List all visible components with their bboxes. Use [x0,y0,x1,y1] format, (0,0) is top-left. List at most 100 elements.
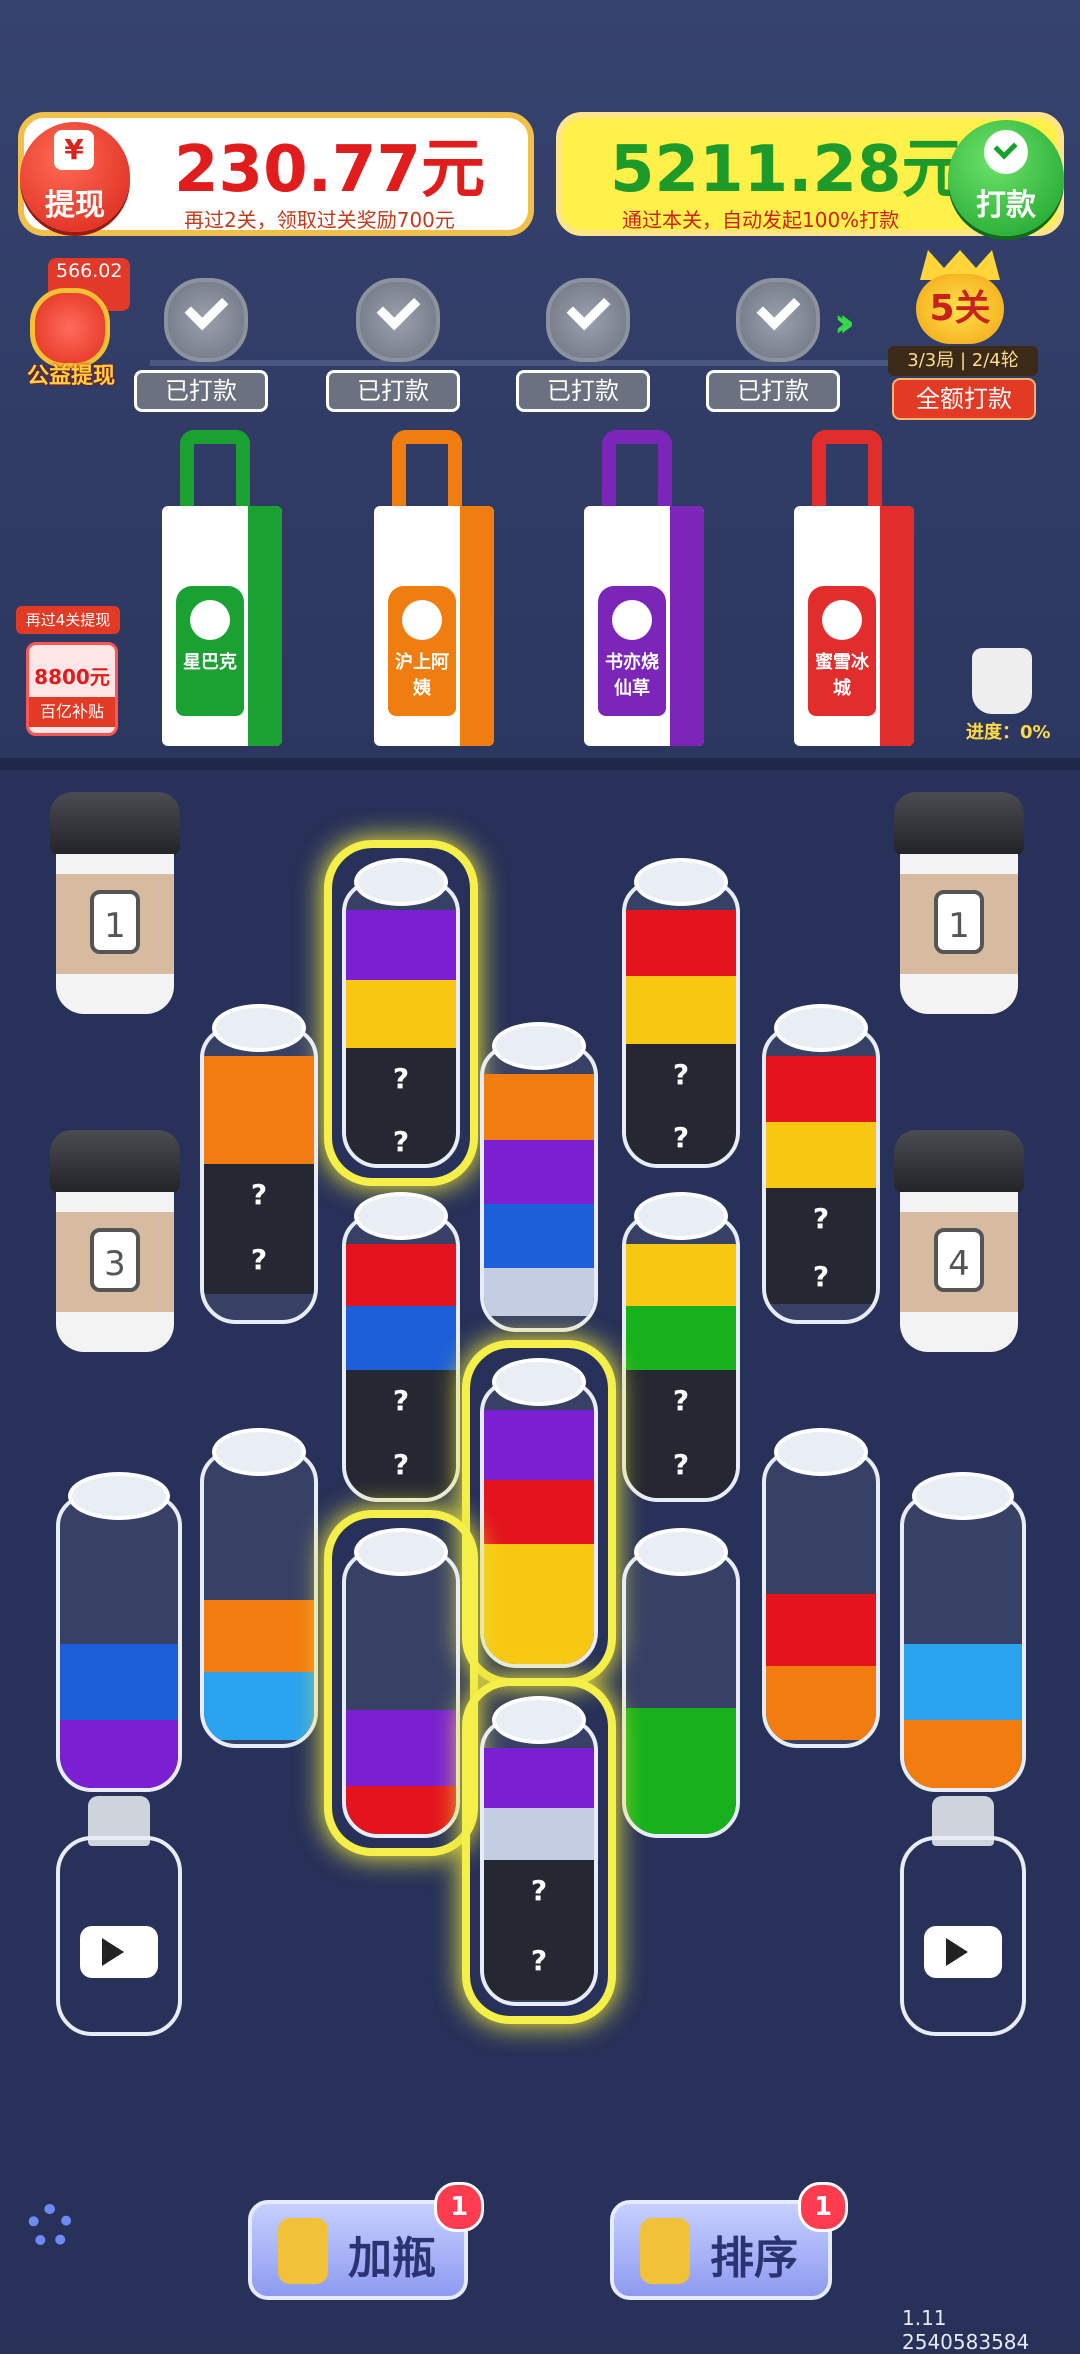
liquid-layer-pale [484,1808,594,1860]
liquid-layer-purple [484,1410,594,1480]
balance-subtext: 再过2关，领取过关奖励700元 [184,208,455,232]
liquid-layer-red [766,1056,876,1122]
hidden-layer: ?? [626,1370,736,1498]
milestone-1: 已打款 [134,278,268,418]
bottle-glass: ?? [480,1718,598,2006]
coffee-cup[interactable]: 4 [894,1130,1024,1352]
hidden-question-mark: ? [812,1260,830,1293]
payout-banner[interactable]: 5211.28元 通过本关，自动发起100%打款 打款 [556,112,1064,236]
starbucks-logo-icon [190,600,230,640]
locked-bottle[interactable] [56,1796,182,2036]
bottle-glass [900,1494,1026,1792]
bottle-glass [622,1550,740,1838]
water-bottle[interactable] [200,1428,318,1748]
video-ad-icon[interactable] [80,1926,158,1978]
version-text: 1.11 2540583584 [902,2306,1030,2354]
water-bottle[interactable]: ?? [622,858,740,1168]
locked-bottle[interactable] [900,1796,1026,2036]
bottle-glass [480,1380,598,1668]
cup-number: 1 [934,890,984,954]
liquid-layer-yellow [346,980,456,1048]
liquid-layer-yellow [626,1244,736,1306]
cup-body: 1 [56,854,174,1014]
bottle-rim [634,1192,728,1240]
hidden-layer: ?? [346,1048,456,1164]
payout-button[interactable]: 打款 [948,120,1064,236]
coffee-cup[interactable]: 3 [50,1130,180,1352]
bottle-glass [762,1450,880,1748]
add-bottle-button[interactable]: 加瓶 1 [248,2182,484,2300]
bottle-rim [68,1472,170,1520]
water-bottle[interactable]: ?? [762,1004,880,1324]
liquid-layer-orange [766,1666,876,1740]
bottle-icon [278,2218,328,2284]
bottle-rim [492,1358,586,1406]
water-bottle[interactable]: ?? [480,1696,598,2006]
bag-body: 书亦烧仙草 [584,506,704,746]
clock-icon [984,130,1028,174]
empty-space [766,1480,876,1594]
water-bottle[interactable]: ?? [342,1192,460,1502]
withdraw-banner[interactable]: ¥ 提现 230.77元 再过2关，领取过关奖励700元 [18,112,534,236]
bottle-glass [342,1550,460,1838]
bottle-glass [56,1836,182,2036]
hidden-layer: ?? [626,1044,736,1164]
bottle-rim [492,1022,586,1070]
add-bottle-label: 加瓶 [348,2233,436,2284]
hidden-question-mark: ? [672,1058,690,1091]
bottle-rim [212,1004,306,1052]
sort-button[interactable]: 排序 1 [610,2182,848,2300]
hidden-layer: ?? [204,1164,314,1294]
bag-label: 沪上阿姨 [388,586,456,716]
liquid-layer-purple [60,1720,178,1788]
liquid-layer-lightblue [904,1644,1022,1720]
settings-gear-icon[interactable] [28,2204,72,2248]
liquid-layer-orange [204,1600,314,1672]
hidden-question-mark: ? [392,1384,410,1417]
check-icon [736,278,820,362]
level-crown[interactable]: 5关 3/3局 | 2/4轮 全额打款 [888,250,1038,420]
coffee-cup[interactable]: 1 [894,792,1024,1014]
water-bottle[interactable] [342,1528,460,1838]
coffee-cup[interactable]: 1 [50,792,180,1014]
full-payout-button[interactable]: 全额打款 [892,378,1036,420]
sort-arrows-icon [640,2218,690,2284]
cup-number: 3 [90,1228,140,1292]
water-bottle[interactable]: ?? [200,1004,318,1324]
charity-withdraw[interactable]: 566.02元 公益提现 [16,258,131,389]
water-bottle[interactable]: ?? [342,858,460,1168]
bag-brand: 星巴克 [183,652,237,673]
bottle-glass [480,1044,598,1332]
water-bottle[interactable]: ?? [622,1192,740,1502]
brand-logo-icon [402,600,442,640]
water-bottle[interactable] [622,1528,740,1838]
water-bottle[interactable] [480,1358,598,1668]
liquid-layer-orange [904,1720,1022,1788]
double-chevron-icon: ›› [834,300,855,346]
bottle-rim [212,1428,306,1476]
subsidy-promo[interactable]: 再过4关提现 8800元 百亿补贴 [16,606,122,736]
liquid-layer-yellow [626,976,736,1044]
withdraw-button[interactable]: ¥ 提现 [20,122,130,232]
level-name: 5关 [916,274,1004,344]
water-bottle[interactable] [762,1428,880,1748]
hidden-question-mark: ? [250,1178,268,1211]
video-ad-icon[interactable] [924,1926,1002,1978]
water-bottle[interactable] [56,1472,182,1792]
liquid-layer-pale [484,1268,594,1316]
bottle-rim [354,1528,448,1576]
liquid-layer-green [626,1306,736,1370]
cup-number: 1 [90,890,140,954]
hidden-question-mark: ? [250,1243,268,1276]
cup-lid [894,1130,1024,1194]
promo-amount: 8800元 [34,665,110,689]
water-bottle[interactable] [900,1472,1026,1792]
water-bottle[interactable] [480,1022,598,1332]
liquid-layer-purple [346,910,456,980]
empty-space [60,1524,178,1644]
liquid-layer-red [346,1244,456,1306]
empty-space [904,1524,1022,1644]
liquid-layer-blue [60,1644,178,1720]
bottle-glass: ?? [762,1026,880,1324]
bottle-glass: ?? [342,880,460,1168]
